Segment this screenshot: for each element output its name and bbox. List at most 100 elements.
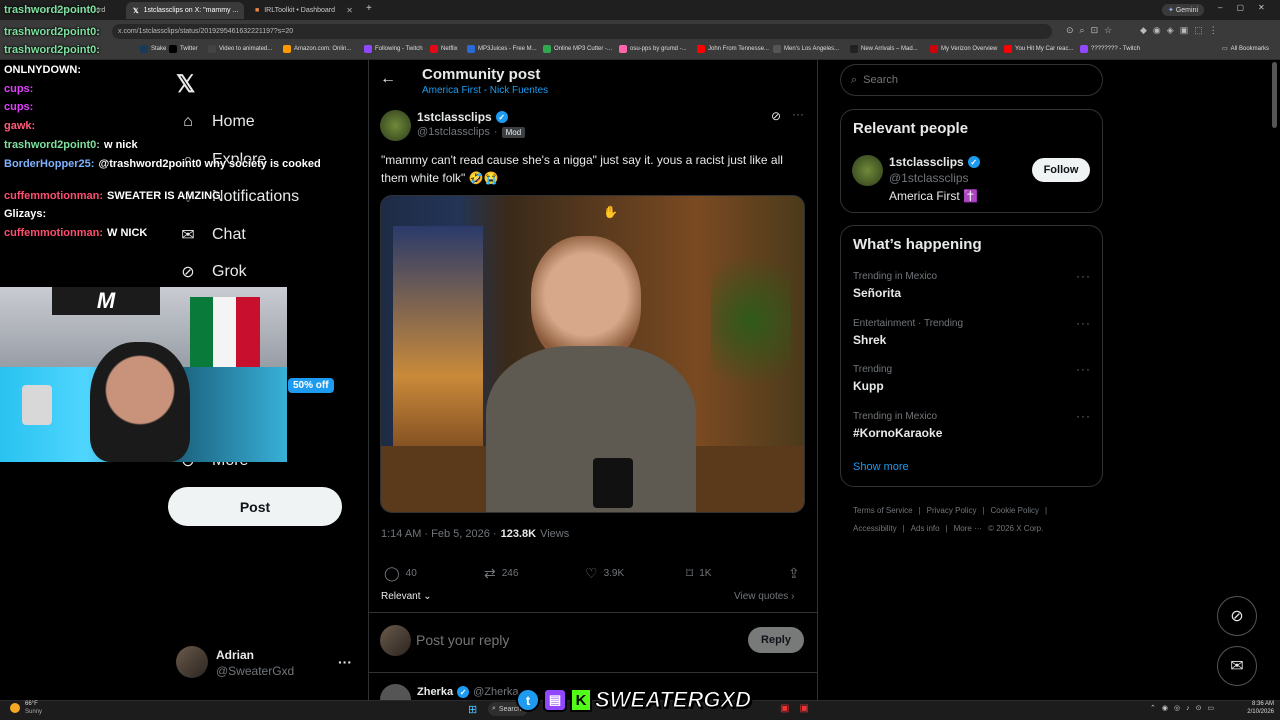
bookmark-item[interactable]: Twitter <box>169 45 198 53</box>
bookmark-favicon-icon <box>283 45 291 53</box>
bookmark-item[interactable]: ???????? - Twitch <box>1080 45 1140 53</box>
windows-start-icon[interactable]: ⊞ <box>468 703 477 716</box>
bookmark-item[interactable]: MP3Juices - Free M... <box>467 45 537 53</box>
share-action[interactable]: ⇪ <box>788 565 800 582</box>
plant <box>711 236 791 406</box>
reply-action[interactable]: ◯ 40 <box>384 565 417 582</box>
bookmark-item[interactable]: My Verizon Overview <box>930 45 997 53</box>
relevant-name-row[interactable]: 1stclassclips ✓ <box>889 155 980 169</box>
chat-message: Glizays: <box>4 208 50 220</box>
new-tab-button[interactable]: + <box>366 3 372 14</box>
tweet-time[interactable]: 1:14 AM · Feb 5, 2026 · <box>381 528 497 540</box>
trend-name[interactable]: Shrek <box>853 333 886 347</box>
author-name-row[interactable]: 1stclassclips ✓ <box>417 110 508 124</box>
follow-button[interactable]: Follow <box>1032 158 1090 182</box>
bookmark-item[interactable]: Men's Los Angeles... <box>773 45 839 53</box>
sort-dropdown[interactable]: Relevant ⌄ <box>381 591 432 602</box>
x-logo-icon[interactable]: 𝕏 <box>176 70 195 99</box>
community-link[interactable]: America First - Nick Fuentes <box>422 85 548 96</box>
bookmark-item[interactable]: Video to animated... <box>208 45 272 53</box>
bookmark-item[interactable]: Online MP3 Cutter -... <box>543 45 612 53</box>
like-action[interactable]: ♡ 3.9K <box>585 565 624 582</box>
bookmark-item[interactable]: You Hit My Car reac... <box>1004 45 1073 53</box>
bookmark-label: You Hit My Car reac... <box>1015 46 1074 52</box>
reply-input[interactable] <box>416 630 736 650</box>
reply-button[interactable]: Reply <box>748 627 804 653</box>
author-avatar[interactable] <box>380 110 411 141</box>
trend-more-icon[interactable]: ··· <box>1076 269 1091 283</box>
bookmark-action[interactable]: ⌑ 1K <box>686 565 711 582</box>
search-input[interactable] <box>863 74 1074 86</box>
grok-float-icon[interactable]: ⊘ <box>1217 596 1257 636</box>
clock-time[interactable]: 8:36 AM <box>1240 701 1274 707</box>
scrollbar[interactable] <box>1272 62 1277 128</box>
chat-message: BorderHopper25: @trashword2point0 why soc… <box>4 157 334 171</box>
window-controls[interactable]: –▢✕ <box>1218 3 1279 12</box>
bookmark-favicon-icon <box>543 45 551 53</box>
account-more-button[interactable]: ··· <box>338 654 352 670</box>
author-handle[interactable]: @1stclassclips <box>417 126 490 138</box>
tab-label: IRLToolkit • Dashboard <box>264 7 336 14</box>
chat-message: ONLNYDOWN: <box>4 64 85 76</box>
bookmark-item[interactable]: New Arrivals – Mad... <box>850 45 918 53</box>
next-reply-author-row[interactable]: Zherka ✓ @Zherka... <box>417 686 528 698</box>
folder-icon: ▭ <box>1222 46 1228 52</box>
bookmark-item[interactable]: osu-pps by grumd -... <box>619 45 687 53</box>
avatar[interactable] <box>176 646 208 678</box>
relevant-name[interactable]: 1stclassclips <box>889 155 964 169</box>
tab-irltoolkit[interactable]: ■ IRLToolkit • Dashboard ✕ <box>248 2 360 19</box>
footer-link[interactable]: © 2026 X Corp. <box>988 520 1043 538</box>
system-tray-icons[interactable]: ⌃◉◎♪⊙▭ <box>1150 704 1220 712</box>
bookmark-item[interactable]: Amazon.com: Onlin... <box>283 45 351 53</box>
close-tab-icon[interactable]: ✕ <box>346 6 353 15</box>
relevant-people-title: Relevant people <box>853 120 969 137</box>
trend-more-icon[interactable]: ··· <box>1076 362 1091 376</box>
bookmark-item[interactable]: John From Tennesse... <box>697 45 769 53</box>
url-field[interactable]: x.com/1stclassclips/status/2019295461632… <box>112 24 1052 39</box>
twitch-icon: ▤ <box>543 688 567 712</box>
trend-more-icon[interactable]: ··· <box>1076 316 1091 330</box>
chat-message: trashword2point0: <box>4 4 104 16</box>
all-bookmarks[interactable]: ▭ All Bookmarks <box>1222 45 1269 53</box>
extension-icons[interactable]: ◆◉◈▣⬚⋮ <box>1140 25 1224 36</box>
nav-item-home[interactable]: ⌂ Home <box>178 112 255 132</box>
footer-link[interactable]: Cookie Policy <box>991 502 1039 520</box>
streamer-face <box>90 342 190 462</box>
author-name[interactable]: 1stclassclips <box>417 110 492 124</box>
footer-link[interactable]: More ··· <box>954 520 982 538</box>
repost-action[interactable]: ⇄ 246 <box>484 565 518 582</box>
footer-link[interactable]: Ads info <box>911 520 940 538</box>
post-button[interactable]: Post <box>168 487 342 526</box>
back-arrow-icon[interactable]: ← <box>380 70 396 88</box>
grok-icon[interactable]: ⊘ <box>771 109 781 123</box>
close-tab-icon[interactable]: ✕ <box>243 6 244 15</box>
tweet-media-video[interactable] <box>380 195 805 513</box>
reply-author-name[interactable]: Zherka <box>417 686 453 698</box>
relevant-avatar[interactable] <box>852 155 883 186</box>
trend-name[interactable]: #KornoKaraoke <box>853 426 942 440</box>
trend-more-icon[interactable]: ··· <box>1076 409 1091 423</box>
nav-item-chat[interactable]: ✉ Chat <box>178 225 246 245</box>
trend-name[interactable]: Señorita <box>853 286 901 300</box>
nav-item-grok[interactable]: ⊘ Grok <box>178 262 246 282</box>
tab-x-post[interactable]: 𝕏 1stclassclips on X: "mammy ... ✕ <box>126 2 244 19</box>
bookmark-item[interactable]: Netflix <box>430 45 458 53</box>
show-more-link[interactable]: Show more <box>853 461 909 473</box>
messages-float-icon[interactable]: ✉ <box>1217 646 1257 686</box>
tweet-more-icon[interactable]: ··· <box>792 107 804 121</box>
search-box[interactable]: ⌕ <box>840 64 1103 96</box>
bookmark-item[interactable]: Following - Twitch <box>364 45 423 53</box>
address-bar-icons[interactable]: ⊙⌕⊡☆ <box>1066 25 1118 36</box>
footer-link[interactable]: Privacy Policy <box>927 502 977 520</box>
bookmark-item[interactable]: Stake <box>140 45 166 53</box>
brand-text: SWEATERGXD <box>594 687 752 713</box>
footer-link[interactable]: Accessibility <box>853 520 897 538</box>
weather-temp[interactable]: 66°F <box>25 701 38 707</box>
footer-link[interactable]: Terms of Service <box>853 502 913 520</box>
gemini-button[interactable]: ✦ Gemini <box>1162 4 1204 16</box>
bookmark-favicon-icon <box>169 45 177 53</box>
taskbar-app-icons[interactable]: ▣▣ <box>780 703 819 714</box>
view-quotes-link[interactable]: View quotes › <box>734 591 794 602</box>
bookmark-count: 1K <box>699 568 712 579</box>
trend-name[interactable]: Kupp <box>853 379 884 393</box>
